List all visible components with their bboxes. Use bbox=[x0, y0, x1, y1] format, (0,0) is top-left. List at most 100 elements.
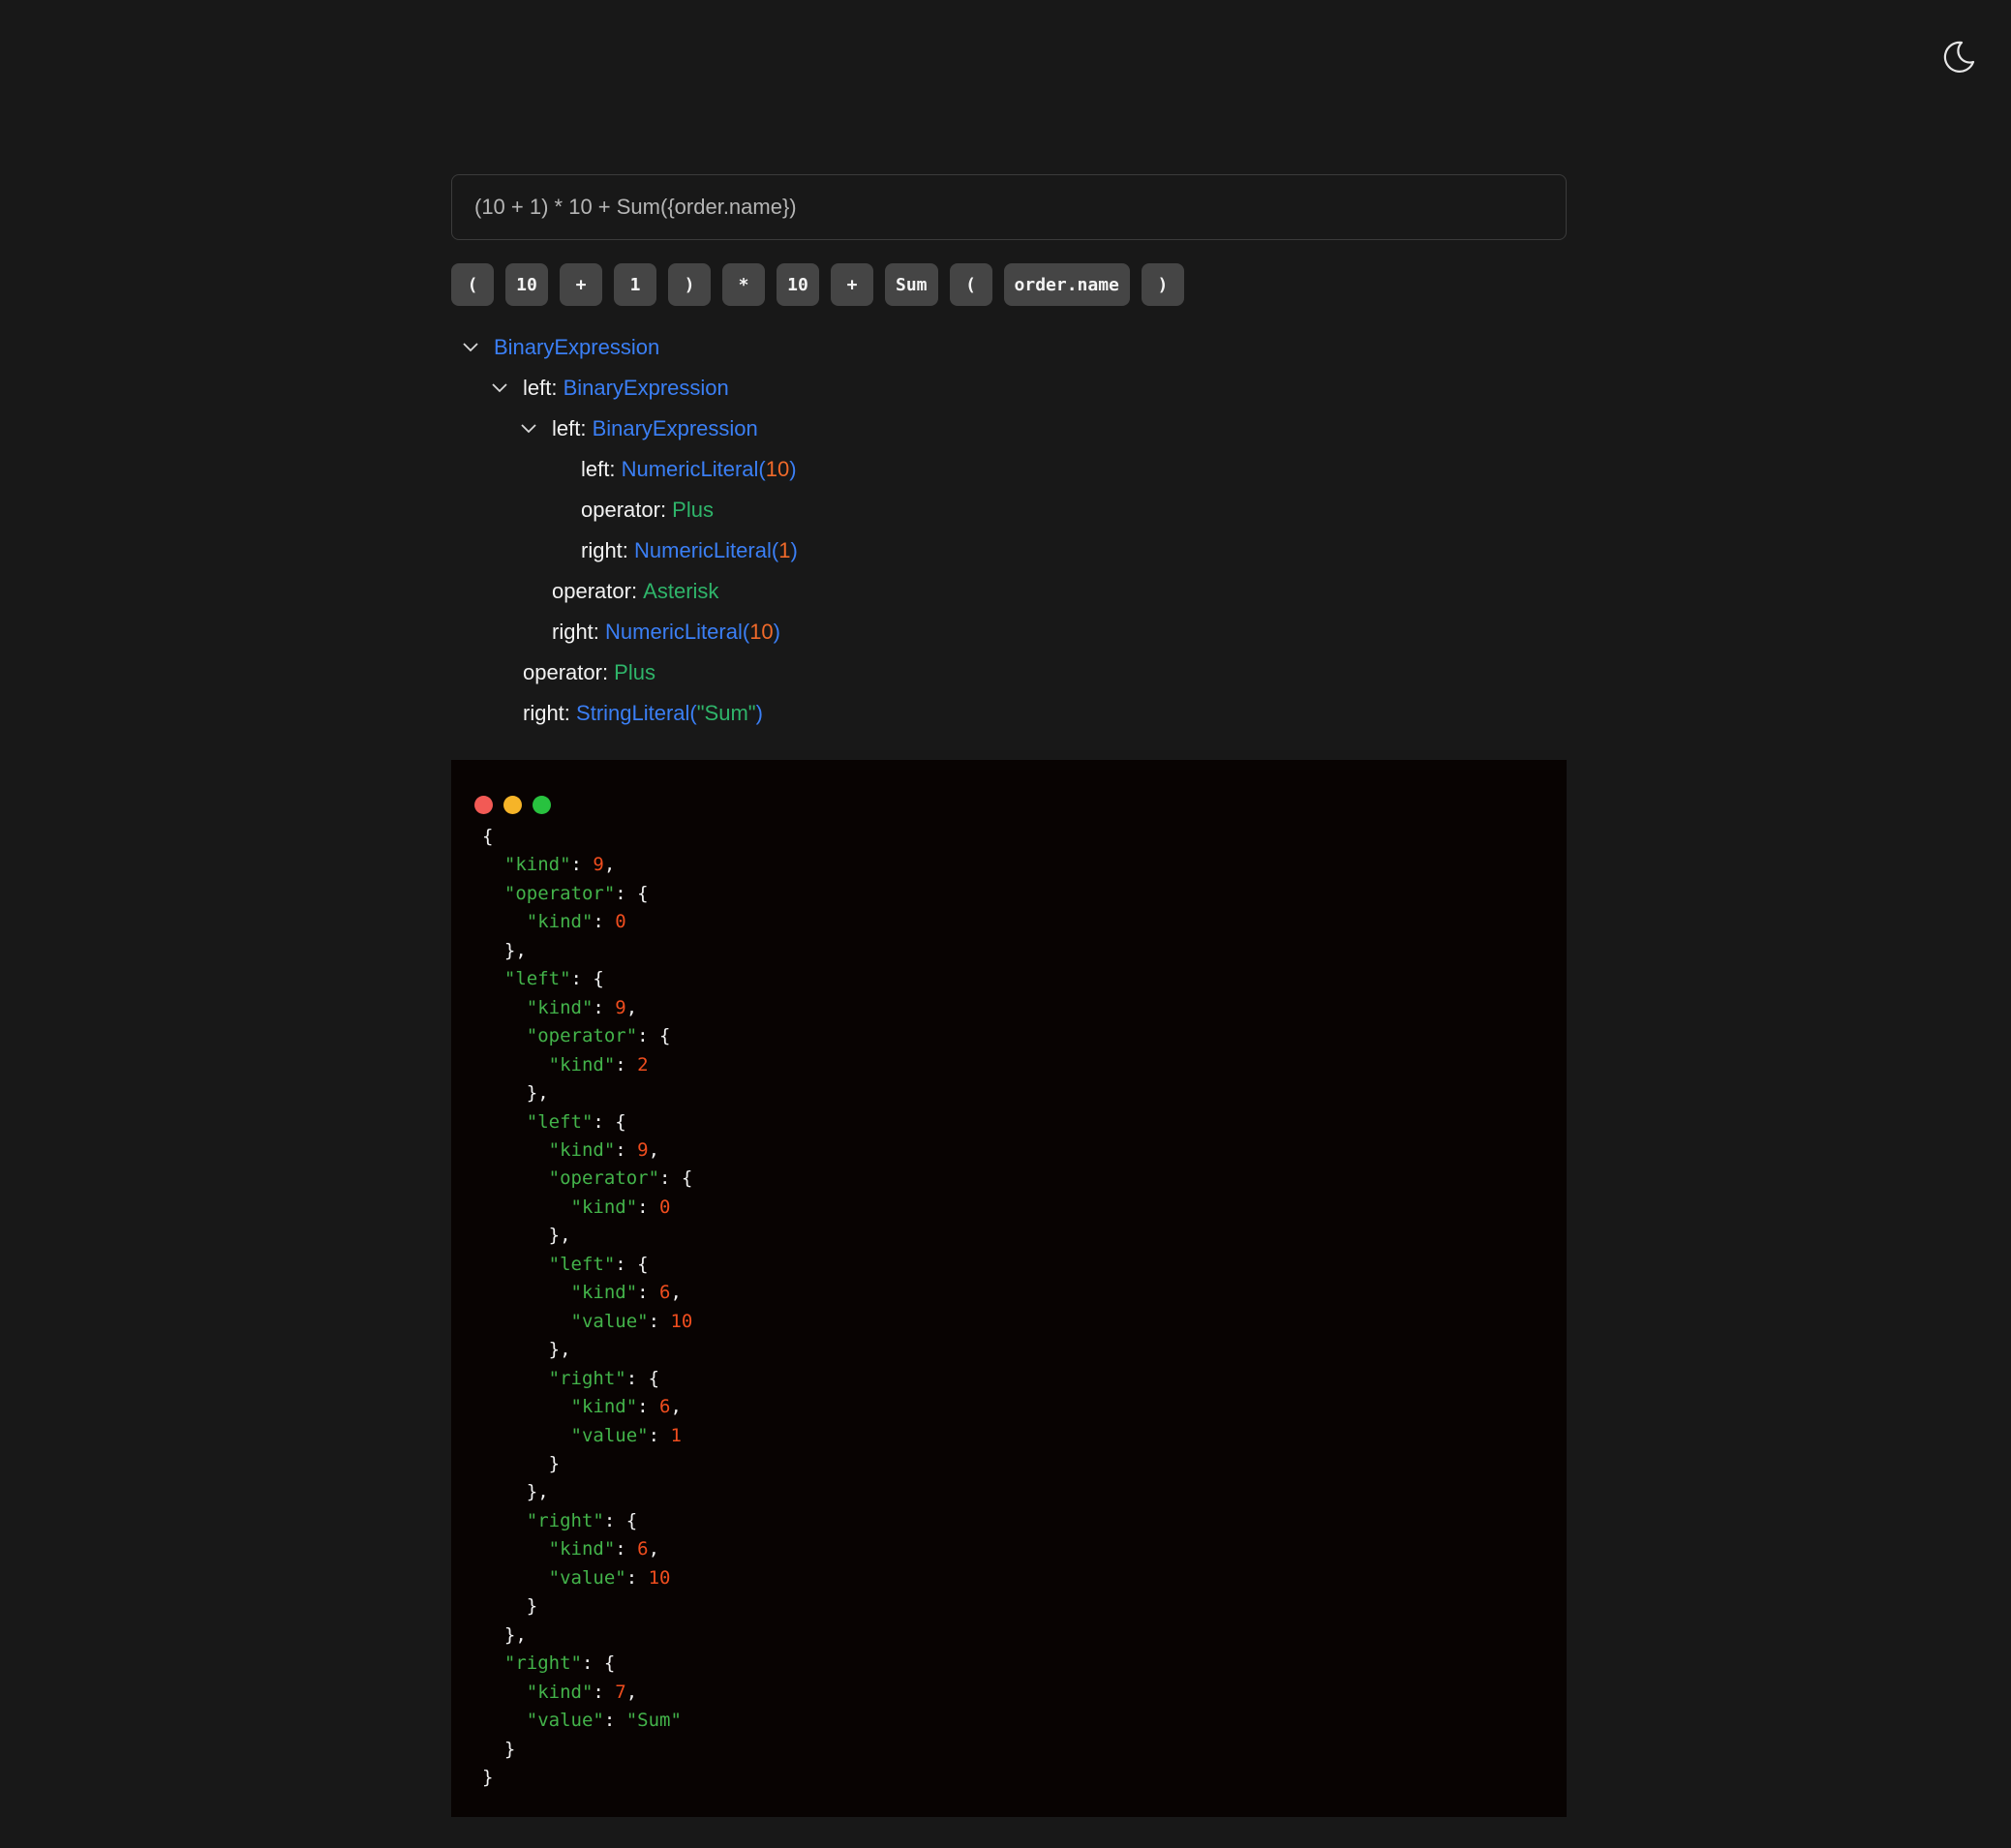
tree-node[interactable]: left: BinaryExpression bbox=[451, 409, 1567, 449]
node-value: Plus bbox=[672, 498, 714, 522]
node-key: left: bbox=[552, 416, 593, 440]
json-value: 10 bbox=[670, 1310, 693, 1332]
tree-node: operator: Plus bbox=[451, 490, 1567, 530]
json-line: "left": { bbox=[482, 965, 692, 993]
json-colon: : bbox=[593, 996, 616, 1018]
json-punctuation: { bbox=[603, 1652, 616, 1675]
json-colon: : bbox=[615, 1538, 638, 1560]
json-punctuation: , bbox=[625, 996, 638, 1018]
json-value: 2 bbox=[637, 1053, 649, 1075]
json-line: "kind": 6, bbox=[482, 1393, 692, 1421]
token-chip[interactable]: 1 bbox=[614, 263, 656, 306]
json-line: }, bbox=[482, 1478, 692, 1506]
json-key: "kind" bbox=[526, 996, 594, 1018]
json-line: { bbox=[482, 823, 692, 851]
node-type: NumericLiteral( bbox=[634, 538, 779, 562]
json-key: "right" bbox=[503, 1652, 582, 1675]
tree-node: left: NumericLiteral(10) bbox=[451, 449, 1567, 490]
node-value: Plus bbox=[614, 660, 655, 684]
json-punctuation: , bbox=[603, 854, 616, 876]
node-key: left: bbox=[523, 376, 564, 400]
node-value: "Sum" bbox=[696, 701, 756, 725]
json-punctuation: { bbox=[615, 1110, 626, 1133]
json-key: "value" bbox=[548, 1566, 626, 1589]
tree-node[interactable]: left: BinaryExpression bbox=[451, 368, 1567, 409]
json-line: }, bbox=[482, 1336, 692, 1364]
token-chip[interactable]: + bbox=[560, 263, 602, 306]
token-chip[interactable]: 10 bbox=[777, 263, 819, 306]
json-line: "kind": 9, bbox=[482, 1136, 692, 1165]
node-type: BinaryExpression bbox=[592, 416, 758, 440]
json-line: }, bbox=[482, 1621, 692, 1650]
node-key: right: bbox=[581, 538, 635, 562]
token-chip[interactable]: order.name bbox=[1003, 263, 1130, 306]
json-line: }, bbox=[482, 1079, 692, 1107]
token-chip[interactable]: ( bbox=[949, 263, 992, 306]
json-key: "kind" bbox=[526, 1681, 594, 1703]
json-punctuation: } bbox=[503, 1738, 516, 1760]
json-colon: : bbox=[615, 1253, 638, 1275]
chevron-down-icon[interactable] bbox=[519, 419, 538, 439]
json-value: 9 bbox=[637, 1138, 649, 1161]
json-line: "kind": 2 bbox=[482, 1051, 692, 1079]
json-punctuation: , bbox=[625, 1681, 638, 1703]
json-line: "value": 1 bbox=[482, 1422, 692, 1450]
json-key: "kind" bbox=[548, 1538, 616, 1560]
tree-node[interactable]: BinaryExpression bbox=[451, 327, 1567, 368]
json-line: "kind": 9, bbox=[482, 994, 692, 1022]
json-punctuation: { bbox=[625, 1509, 638, 1531]
json-punctuation: , bbox=[648, 1138, 660, 1161]
json-colon: : bbox=[637, 1282, 660, 1304]
json-colon: : bbox=[570, 968, 594, 990]
json-colon: : bbox=[593, 911, 616, 933]
node-type: NumericLiteral( bbox=[605, 620, 750, 644]
json-line: "value": 10 bbox=[482, 1564, 692, 1592]
token-chip[interactable]: + bbox=[831, 263, 873, 306]
json-punctuation: , bbox=[670, 1282, 682, 1304]
token-chip[interactable]: 10 bbox=[505, 263, 548, 306]
node-type-close: ) bbox=[755, 701, 763, 725]
token-chip[interactable]: ) bbox=[1141, 263, 1184, 306]
json-colon: : bbox=[603, 1710, 626, 1732]
minimize-dot bbox=[503, 796, 522, 814]
json-key: "kind" bbox=[548, 1053, 616, 1075]
token-chip[interactable]: ) bbox=[668, 263, 711, 306]
json-output-panel: { "kind": 9, "operator": { "kind": 0 }, … bbox=[451, 760, 1567, 1817]
node-value: 10 bbox=[749, 620, 774, 644]
json-value: 9 bbox=[615, 996, 626, 1018]
json-colon: : bbox=[659, 1167, 682, 1190]
json-colon: : bbox=[637, 1196, 660, 1218]
token-chip[interactable]: ( bbox=[451, 263, 494, 306]
theme-toggle-button[interactable] bbox=[1940, 37, 1979, 76]
json-value: 1 bbox=[670, 1424, 682, 1446]
json-key: "left" bbox=[526, 1110, 594, 1133]
token-chip[interactable]: * bbox=[722, 263, 765, 306]
json-punctuation: } bbox=[482, 1766, 494, 1788]
json-key: "right" bbox=[548, 1367, 626, 1389]
json-line: "operator": { bbox=[482, 880, 692, 908]
json-line: "value": "Sum" bbox=[482, 1707, 692, 1735]
node-value: Asterisk bbox=[643, 579, 719, 603]
json-punctuation: } bbox=[526, 1595, 538, 1618]
chevron-down-icon[interactable] bbox=[461, 338, 480, 357]
json-punctuation: }, bbox=[548, 1339, 571, 1361]
node-value: 1 bbox=[778, 538, 791, 562]
json-key: "operator" bbox=[503, 882, 616, 904]
json-line: "left": { bbox=[482, 1108, 692, 1136]
json-line: } bbox=[482, 1592, 692, 1621]
json-colon: : bbox=[615, 1053, 638, 1075]
chevron-down-icon[interactable] bbox=[490, 379, 509, 398]
node-type: NumericLiteral( bbox=[621, 457, 766, 481]
close-dot bbox=[474, 796, 493, 814]
json-key: "value" bbox=[570, 1310, 649, 1332]
json-line: "right": { bbox=[482, 1650, 692, 1678]
json-colon: : bbox=[603, 1509, 626, 1531]
token-chip[interactable]: Sum bbox=[885, 263, 938, 306]
json-punctuation: } bbox=[548, 1452, 561, 1474]
expression-input[interactable] bbox=[451, 174, 1567, 240]
node-type-close: ) bbox=[773, 620, 780, 644]
node-type: BinaryExpression bbox=[494, 335, 660, 359]
tree-node: right: NumericLiteral(10) bbox=[451, 612, 1567, 652]
json-value: 6 bbox=[659, 1396, 671, 1418]
tree-node: right: NumericLiteral(1) bbox=[451, 530, 1567, 571]
